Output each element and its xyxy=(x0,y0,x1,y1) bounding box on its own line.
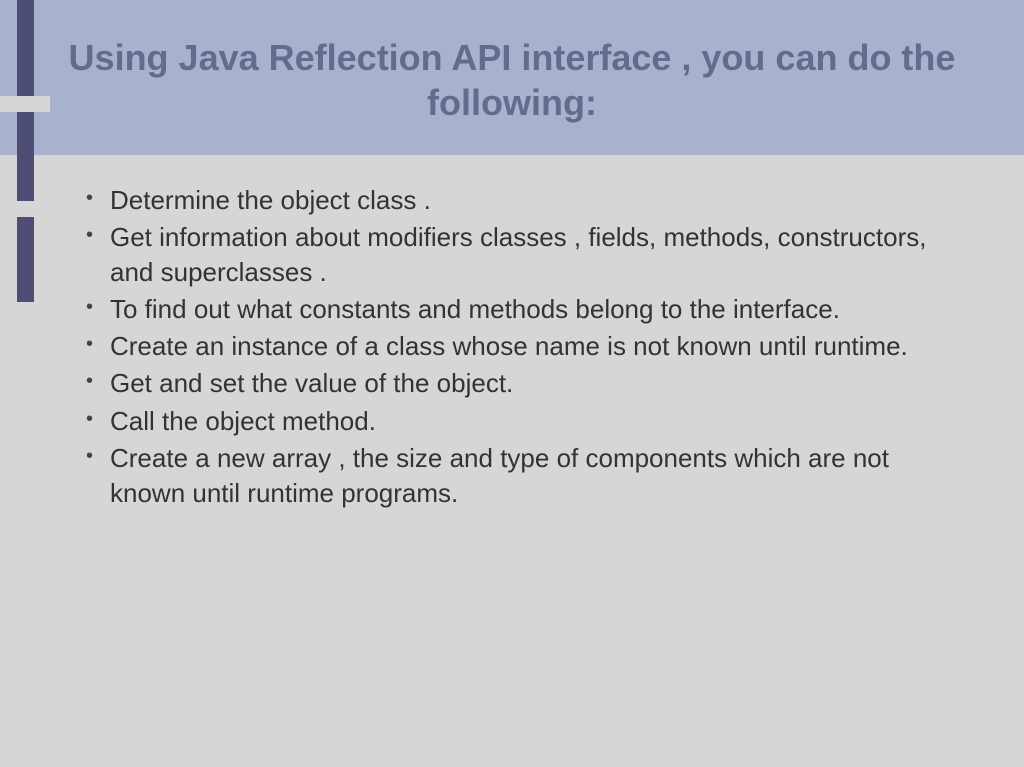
header-area: Using Java Reflection API interface , yo… xyxy=(0,0,1024,155)
list-item: Get information about modifiers classes … xyxy=(80,220,969,290)
bullet-list: Determine the object class . Get informa… xyxy=(80,183,969,511)
content-area: Determine the object class . Get informa… xyxy=(0,155,1024,543)
accent-gap-1 xyxy=(0,96,50,112)
accent-bar-vertical xyxy=(17,0,34,302)
list-item: Determine the object class . xyxy=(80,183,969,218)
list-item: Create a new array , the size and type o… xyxy=(80,441,969,511)
list-item: Call the object method. xyxy=(80,404,969,439)
slide-title: Using Java Reflection API interface , yo… xyxy=(60,35,964,125)
list-item: Get and set the value of the object. xyxy=(80,366,969,401)
list-item: To find out what constants and methods b… xyxy=(80,292,969,327)
slide-container: Using Java Reflection API interface , yo… xyxy=(0,0,1024,767)
list-item: Create an instance of a class whose name… xyxy=(80,329,969,364)
accent-gap-2 xyxy=(0,201,50,217)
